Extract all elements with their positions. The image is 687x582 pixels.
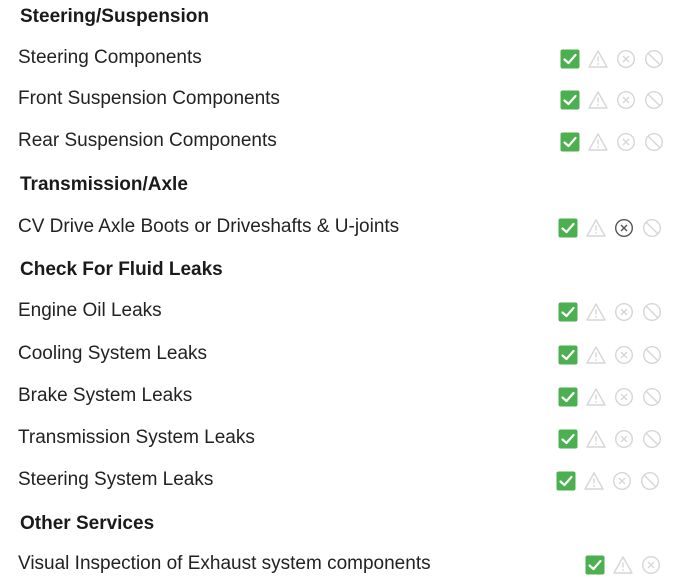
- section-title-steering-suspension: Steering/Suspension: [20, 6, 209, 27]
- check-icon[interactable]: [585, 555, 605, 575]
- item-label: Steering System Leaks: [18, 469, 214, 490]
- check-icon[interactable]: [556, 471, 576, 491]
- item-label: Engine Oil Leaks: [18, 300, 162, 321]
- fail-icon[interactable]: [614, 387, 634, 407]
- check-icon[interactable]: [558, 302, 578, 322]
- check-icon[interactable]: [558, 429, 578, 449]
- check-icon[interactable]: [560, 90, 580, 110]
- section-title-transmission-axle: Transmission/Axle: [20, 174, 188, 195]
- warning-icon[interactable]: [588, 90, 608, 110]
- section-title-fluid-leaks: Check For Fluid Leaks: [20, 259, 223, 280]
- not-applicable-icon[interactable]: [640, 471, 660, 491]
- checklist-row: Steering Components: [0, 43, 687, 73]
- checklist-row: CV Drive Axle Boots or Driveshafts & U-j…: [0, 212, 687, 242]
- inspection-checklist: Steering/Suspension Steering Components …: [0, 0, 687, 582]
- checklist-row: Engine Oil Leaks: [0, 296, 687, 326]
- warning-icon[interactable]: [584, 471, 604, 491]
- not-applicable-icon[interactable]: [642, 429, 662, 449]
- warning-icon[interactable]: [586, 302, 606, 322]
- warning-icon[interactable]: [586, 345, 606, 365]
- status-icons: [558, 345, 670, 365]
- check-icon[interactable]: [558, 387, 578, 407]
- item-label: Brake System Leaks: [18, 385, 193, 406]
- fail-icon[interactable]: [614, 345, 634, 365]
- check-icon[interactable]: [558, 218, 578, 238]
- fail-icon[interactable]: [616, 49, 636, 69]
- status-icons: [558, 218, 670, 238]
- checklist-row: Brake System Leaks: [0, 381, 687, 411]
- fail-icon[interactable]: [612, 471, 632, 491]
- not-applicable-icon[interactable]: [642, 218, 662, 238]
- status-icons: [560, 49, 672, 69]
- fail-icon[interactable]: [616, 90, 636, 110]
- fail-icon[interactable]: [614, 218, 634, 238]
- not-applicable-icon[interactable]: [642, 387, 662, 407]
- item-label: Steering Components: [18, 47, 202, 68]
- checklist-row: Steering System Leaks: [0, 465, 687, 495]
- status-icons: [585, 555, 669, 575]
- status-icons: [558, 429, 670, 449]
- checklist-row: Front Suspension Components: [0, 84, 687, 114]
- fail-icon[interactable]: [641, 555, 661, 575]
- item-label: Transmission System Leaks: [18, 427, 255, 448]
- checklist-row: Rear Suspension Components: [0, 126, 687, 156]
- warning-icon[interactable]: [613, 555, 633, 575]
- status-icons: [556, 471, 668, 491]
- not-applicable-icon[interactable]: [644, 132, 664, 152]
- item-label: Front Suspension Components: [18, 88, 280, 109]
- checklist-row: Cooling System Leaks: [0, 339, 687, 369]
- checklist-row: Transmission System Leaks: [0, 423, 687, 453]
- status-icons: [558, 387, 670, 407]
- warning-icon[interactable]: [588, 132, 608, 152]
- warning-icon[interactable]: [586, 387, 606, 407]
- fail-icon[interactable]: [616, 132, 636, 152]
- fail-icon[interactable]: [614, 429, 634, 449]
- not-applicable-icon[interactable]: [642, 302, 662, 322]
- status-icons: [560, 132, 672, 152]
- fail-icon[interactable]: [614, 302, 634, 322]
- item-label: CV Drive Axle Boots or Driveshafts & U-j…: [18, 216, 400, 237]
- warning-icon[interactable]: [586, 429, 606, 449]
- check-icon[interactable]: [560, 132, 580, 152]
- section-title-other-services: Other Services: [20, 513, 155, 534]
- not-applicable-icon[interactable]: [644, 90, 664, 110]
- check-icon[interactable]: [558, 345, 578, 365]
- item-label: Visual Inspection of Exhaust system comp…: [18, 553, 431, 574]
- warning-icon[interactable]: [586, 218, 606, 238]
- item-label: Rear Suspension Components: [18, 130, 277, 151]
- not-applicable-icon[interactable]: [644, 49, 664, 69]
- status-icons: [558, 302, 670, 322]
- checklist-row: Visual Inspection of Exhaust system comp…: [0, 549, 687, 579]
- item-label: Cooling System Leaks: [18, 343, 208, 364]
- check-icon[interactable]: [560, 49, 580, 69]
- not-applicable-icon[interactable]: [642, 345, 662, 365]
- status-icons: [560, 90, 672, 110]
- warning-icon[interactable]: [588, 49, 608, 69]
